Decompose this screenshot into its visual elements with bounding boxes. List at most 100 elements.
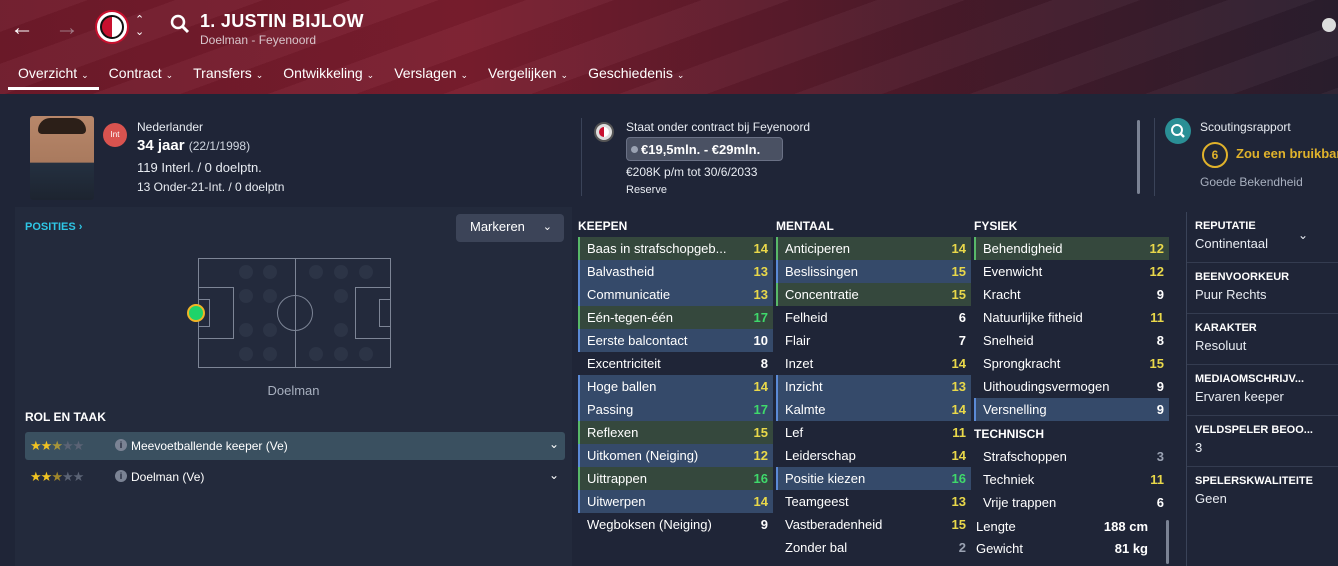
back-arrow-icon[interactable]: ← (10, 14, 34, 42)
club-badge-icon[interactable] (95, 10, 129, 44)
scouting-search-icon[interactable] (1165, 118, 1191, 144)
attribute-row[interactable]: Communicatie 13 (578, 283, 773, 306)
chevron-down-icon[interactable]: ⌄ (549, 437, 559, 451)
chevron-updown-icon[interactable]: ⌃ ⌄ (135, 14, 144, 38)
attribute-row[interactable]: Reflexen 15 (578, 421, 773, 444)
attribute-row[interactable]: Versnelling 9 (974, 398, 1169, 421)
goalkeeper-position-marker[interactable] (187, 304, 205, 322)
attribute-value: 14 (951, 241, 966, 256)
scrollbar[interactable] (1137, 120, 1140, 194)
attribute-row[interactable]: Natuurlijke fitheid 11 (974, 306, 1169, 329)
attribute-row[interactable]: Inzet 14 (776, 352, 971, 375)
markeren-dropdown[interactable]: Markeren ⌄ (456, 214, 564, 242)
attribute-row[interactable]: Passing 17 (578, 398, 773, 421)
attribute-value: 2 (958, 540, 966, 555)
role-row[interactable]: ★★★★★ i Meevoetballende keeper (Ve) ⌄ (25, 432, 565, 460)
attribute-row[interactable]: Vrije trappen 6 (974, 491, 1169, 514)
attribute-name: Behendigheid (983, 241, 1063, 256)
attribute-row[interactable]: Eén-tegen-één 17 (578, 306, 773, 329)
attribute-row[interactable]: Positie kiezen 16 (776, 467, 971, 490)
forward-arrow-icon[interactable]: → (55, 14, 79, 42)
globe-icon[interactable] (1322, 18, 1336, 32)
attribute-row[interactable]: Uithoudingsvermogen 9 (974, 375, 1169, 398)
role-row[interactable]: ★★★★★ i Doelman (Ve) ⌄ (25, 463, 565, 491)
tab-geschiedenis[interactable]: Geschiedenis ⌄ (578, 60, 694, 90)
attribute-row[interactable]: Wegboksen (Neiging) 9 (578, 513, 773, 536)
scrollbar[interactable] (1166, 520, 1169, 564)
attribute-row[interactable]: Anticiperen 14 (776, 237, 971, 260)
contract-status[interactable]: Staat onder contract bij Feyenoord (626, 120, 810, 134)
role-section-title: ROL EN TAAK (25, 410, 106, 424)
attribute-value: 11 (1150, 310, 1164, 325)
attribute-name: Snelheid (983, 333, 1034, 348)
attribute-row[interactable]: Kalmte 14 (776, 398, 971, 421)
tab-contract[interactable]: Contract ⌄ (99, 60, 183, 90)
attribute-row[interactable]: Balvastheid 13 (578, 260, 773, 283)
attribute-row[interactable]: Excentriciteit 8 (578, 352, 773, 375)
tab-vergelijken[interactable]: Vergelijken ⌄ (478, 60, 578, 90)
attribute-value: 9 (1156, 402, 1164, 417)
search-icon[interactable] (170, 14, 190, 37)
positions-link[interactable]: POSITIES › (25, 221, 82, 233)
length-row: Lengte 188 cm (976, 519, 1148, 534)
attribute-value: 13 (951, 379, 966, 394)
attribute-row[interactable]: Flair 7 (776, 329, 971, 352)
attribute-row[interactable]: Uitwerpen 14 (578, 490, 773, 513)
attribute-name: Vastberadenheid (785, 517, 883, 532)
attribute-row[interactable]: Behendigheid 12 (974, 237, 1169, 260)
attribute-row[interactable]: Beslissingen 15 (776, 260, 971, 283)
scouting-report-title[interactable]: Scoutingsrapport (1200, 120, 1291, 134)
attribute-name: Inzicht (785, 379, 823, 394)
tab-bar: Overzicht ⌄ Contract ⌄ Transfers ⌄ Ontwikke… (8, 60, 694, 92)
attribute-name: Techniek (983, 472, 1035, 487)
attribute-row[interactable]: Hoge ballen 14 (578, 375, 773, 398)
attribute-value: 3 (1156, 449, 1164, 464)
attribute-row[interactable]: Evenwicht 12 (974, 260, 1169, 283)
attribute-value: 15 (753, 425, 768, 440)
attribute-value: 14 (753, 494, 768, 509)
attribute-name: Eerste balcontact (587, 333, 688, 348)
attribute-row[interactable]: Baas in strafschopgeb... 14 (578, 237, 773, 260)
attribute-value: 14 (951, 356, 966, 371)
attribute-row[interactable]: Techniek 11 (974, 468, 1169, 491)
attribute-name: Inzet (785, 356, 814, 371)
nationality[interactable]: Nederlander (137, 120, 203, 134)
attribute-row[interactable]: Lef 11 (776, 421, 971, 444)
attribute-row[interactable]: Teamgeest 13 (776, 490, 971, 513)
tab-verslagen[interactable]: Verslagen ⌄ (384, 60, 478, 90)
attribute-row[interactable]: Vastberadenheid 15 (776, 513, 971, 536)
section-title: KEEPEN (578, 219, 628, 233)
tab-ontwikkeling[interactable]: Ontwikkeling ⌄ (273, 60, 384, 90)
tab-overzicht[interactable]: Overzicht ⌄ (8, 60, 99, 90)
transfer-value-pill[interactable]: €19,5mln. - €29mln. (626, 137, 783, 161)
attribute-row[interactable]: Felheid 6 (776, 306, 971, 329)
attribute-row[interactable]: Uittrappen 16 (578, 467, 773, 490)
attribute-row[interactable]: Zonder bal 2 (776, 536, 971, 559)
info-icon[interactable]: i (115, 470, 127, 482)
chevron-down-icon[interactable]: ⌄ (549, 468, 559, 482)
attribute-row[interactable]: Concentratie 15 (776, 283, 971, 306)
attribute-value: 9 (1156, 379, 1164, 394)
detail-reputation[interactable]: REPUTATIE Continentaal ⌄ (1187, 212, 1338, 263)
attribute-row[interactable]: Strafschoppen 3 (974, 445, 1169, 468)
tab-transfers[interactable]: Transfers ⌄ (183, 60, 273, 90)
attribute-name: Strafschoppen (983, 449, 1067, 464)
attribute-row[interactable]: Leiderschap 14 (776, 444, 971, 467)
attribute-row[interactable]: Eerste balcontact 10 (578, 329, 773, 352)
date-of-birth: (22/1/1998) (188, 139, 251, 153)
chevron-down-icon[interactable]: ⌄ (1298, 228, 1308, 242)
attribute-row[interactable]: Sprongkracht 15 (974, 352, 1169, 375)
divider (581, 118, 582, 196)
role-name: Meevoetballende keeper (Ve) (131, 439, 288, 453)
attribute-row[interactable]: Inzicht 13 (776, 375, 971, 398)
attribute-name: Eén-tegen-één (587, 310, 674, 325)
attribute-row[interactable]: Kracht 9 (974, 283, 1169, 306)
detail-foot: BEENVOORKEUR Puur Rechts (1187, 263, 1338, 314)
squad-status: Reserve (626, 184, 667, 196)
attribute-row[interactable]: Uitkomen (Neiging) 12 (578, 444, 773, 467)
attribute-value: 14 (951, 448, 966, 463)
attribute-row[interactable]: Snelheid 8 (974, 329, 1169, 352)
details-panel: REPUTATIE Continentaal ⌄ BEENVOORKEUR Puur… (1186, 212, 1338, 566)
info-icon[interactable]: i (115, 439, 127, 451)
attribute-value: 12 (753, 448, 768, 463)
